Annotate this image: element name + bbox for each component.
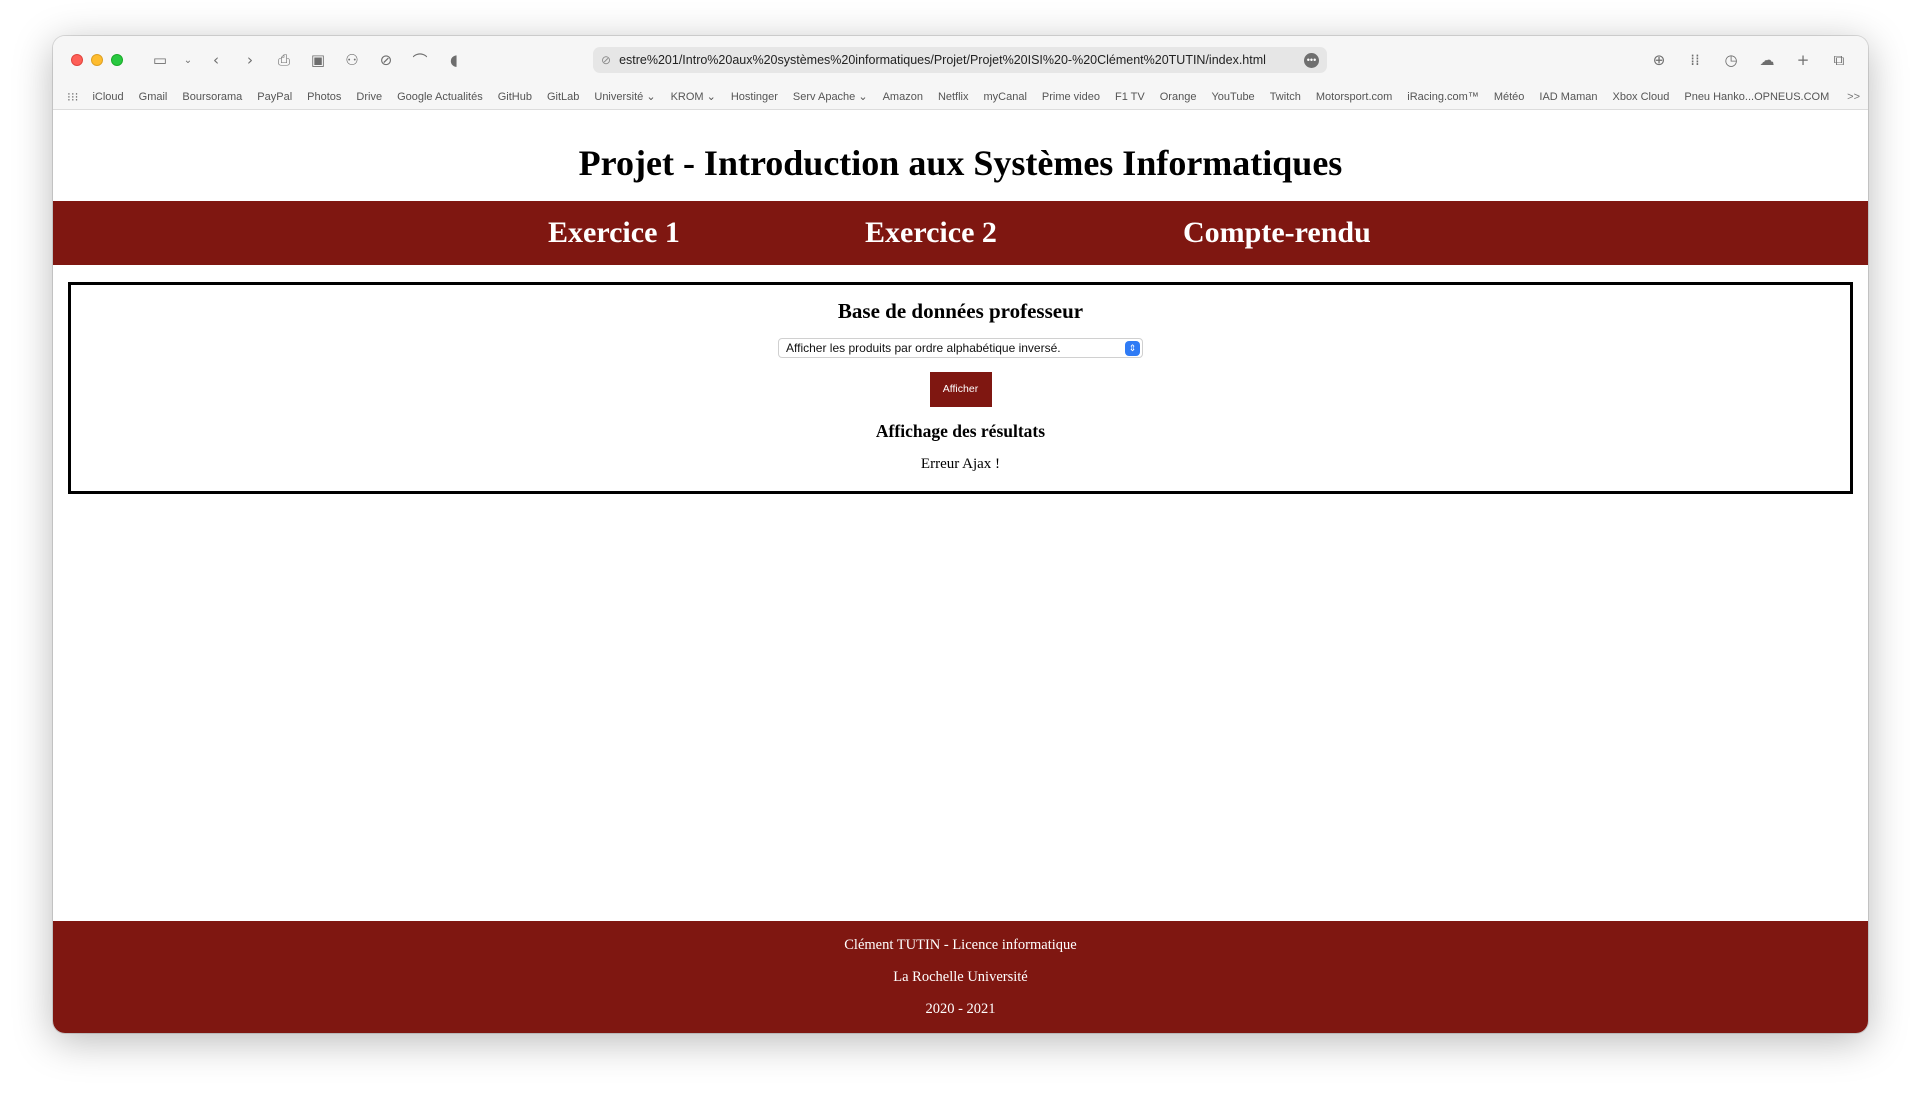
close-window-button[interactable] bbox=[71, 54, 83, 66]
toolbar-left-group: ▭ ⌄ ‹ › ⎙ ▣ ⚇ ⊘ ⌒ ◖ bbox=[149, 49, 465, 71]
nav-exercice-2[interactable]: Exercice 2 bbox=[865, 216, 997, 250]
query-select-value: Afficher les produits par ordre alphabét… bbox=[786, 341, 1061, 355]
bookmark-item[interactable]: iCloud bbox=[92, 91, 123, 103]
bookmark-item[interactable]: iRacing.com™ bbox=[1407, 91, 1479, 103]
download-icon[interactable]: ⊕ bbox=[1648, 49, 1670, 71]
cloud-icon[interactable]: ☁ bbox=[1756, 49, 1778, 71]
bookmark-item[interactable]: Pneu Hanko...OPNEUS.COM bbox=[1684, 91, 1829, 103]
bookmark-item[interactable]: Prime video bbox=[1042, 91, 1100, 103]
minimize-window-button[interactable] bbox=[91, 54, 103, 66]
bookmark-item[interactable]: Université ⌄ bbox=[594, 90, 655, 103]
more-options-icon[interactable]: ••• bbox=[1304, 52, 1319, 68]
apps-grid-icon[interactable]: ⁞⁞ bbox=[1684, 49, 1706, 71]
bookmark-item[interactable]: Hostinger bbox=[731, 91, 778, 103]
results-title: Affichage des résultats bbox=[875, 421, 1046, 441]
page-title: Projet - Introduction aux Systèmes Infor… bbox=[578, 143, 1343, 183]
maximize-window-button[interactable] bbox=[111, 54, 123, 66]
back-icon[interactable]: ‹ bbox=[205, 49, 227, 71]
afficher-button[interactable]: Afficher bbox=[929, 372, 992, 407]
url-text: estre%201/Intro%20aux%20systèmes%20infor… bbox=[619, 53, 1266, 67]
bookmark-item[interactable]: Drive bbox=[356, 91, 382, 103]
bookmark-item[interactable]: GitHub bbox=[498, 91, 532, 103]
sidebar-icon[interactable]: ▭ bbox=[149, 49, 171, 71]
section-title: Base de données professeur bbox=[837, 299, 1084, 323]
bookmarks-bar: ⁝⁝⁝ iCloud Gmail Boursorama PayPal Photo… bbox=[53, 84, 1868, 110]
tab-overview-icon[interactable]: ▣ bbox=[307, 49, 329, 71]
footer-university: La Rochelle Université bbox=[893, 969, 1028, 985]
results-text: Erreur Ajax ! bbox=[920, 456, 1001, 472]
browser-window: ▭ ⌄ ‹ › ⎙ ▣ ⚇ ⊘ ⌒ ◖ ⊘ estre%201/Intro%20… bbox=[53, 36, 1868, 1033]
query-select[interactable]: Afficher les produits par ordre alphabét… bbox=[778, 338, 1143, 358]
main-navbar: Exercice 1 Exercice 2 Compte-rendu bbox=[53, 201, 1868, 265]
tabs-icon[interactable]: ⧉ bbox=[1828, 49, 1850, 71]
site-settings-icon[interactable]: ⊘ bbox=[601, 53, 611, 67]
bookmark-item[interactable]: Serv Apache ⌄ bbox=[793, 90, 868, 103]
address-bar[interactable]: ⊘ estre%201/Intro%20aux%20systèmes%20inf… bbox=[593, 47, 1327, 73]
shield-icon[interactable]: ◖ bbox=[443, 49, 465, 71]
nav-exercice-1[interactable]: Exercice 1 bbox=[548, 216, 680, 250]
compass-icon[interactable]: ⊘ bbox=[375, 49, 397, 71]
browser-toolbar: ▭ ⌄ ‹ › ⎙ ▣ ⚇ ⊘ ⌒ ◖ ⊘ estre%201/Intro%20… bbox=[53, 36, 1868, 84]
bookmark-item[interactable]: Twitch bbox=[1270, 91, 1301, 103]
extension-icon[interactable]: ⚇ bbox=[341, 49, 363, 71]
forward-icon[interactable]: › bbox=[239, 49, 261, 71]
bookmark-item[interactable]: IAD Maman bbox=[1539, 91, 1597, 103]
bookmark-item[interactable]: Météo bbox=[1494, 91, 1525, 103]
footer-year: 2020 - 2021 bbox=[925, 1001, 996, 1017]
web-page: Projet - Introduction aux Systèmes Infor… bbox=[53, 110, 1868, 1033]
history-icon[interactable]: ◷ bbox=[1720, 49, 1742, 71]
chevron-down-icon[interactable]: ⌄ bbox=[183, 49, 193, 71]
bookmark-item[interactable]: Netflix bbox=[938, 91, 969, 103]
print-icon[interactable]: ⎙ bbox=[273, 49, 295, 71]
window-controls bbox=[71, 54, 123, 66]
content-box: Base de données professeur Afficher les … bbox=[68, 282, 1853, 494]
extension-arc-icon[interactable]: ⌒ bbox=[409, 49, 431, 71]
bookmark-item[interactable]: F1 TV bbox=[1115, 91, 1145, 103]
new-tab-icon[interactable]: + bbox=[1792, 49, 1814, 71]
bookmark-item[interactable]: KROM ⌄ bbox=[671, 90, 716, 103]
footer-author: Clément TUTIN - Licence informatique bbox=[844, 937, 1077, 953]
bookmark-item[interactable]: Boursorama bbox=[182, 91, 242, 103]
bookmark-item[interactable]: Gmail bbox=[139, 91, 168, 103]
bookmark-item[interactable]: Orange bbox=[1160, 91, 1197, 103]
bookmark-item[interactable]: myCanal bbox=[984, 91, 1027, 103]
bookmark-item[interactable]: PayPal bbox=[257, 91, 292, 103]
bookmark-item[interactable]: Motorsport.com bbox=[1316, 91, 1392, 103]
bookmarks-overflow-button[interactable]: >> bbox=[1847, 91, 1860, 103]
bookmarks-grid-icon[interactable]: ⁝⁝⁝ bbox=[67, 90, 78, 104]
bookmark-item[interactable]: Photos bbox=[307, 91, 341, 103]
select-chevron-icon: ⇕ bbox=[1125, 341, 1140, 356]
bookmark-item[interactable]: Google Actualités bbox=[397, 91, 483, 103]
bookmark-item[interactable]: GitLab bbox=[547, 91, 579, 103]
bookmark-item[interactable]: Amazon bbox=[883, 91, 923, 103]
page-footer: Clément TUTIN - Licence informatique La … bbox=[53, 921, 1868, 1033]
bookmark-item[interactable]: Xbox Cloud bbox=[1612, 91, 1669, 103]
nav-compte-rendu[interactable]: Compte-rendu bbox=[1183, 216, 1371, 250]
toolbar-right-group: ⊕ ⁞⁞ ◷ ☁ + ⧉ bbox=[1648, 49, 1850, 71]
bookmark-item[interactable]: YouTube bbox=[1211, 91, 1254, 103]
